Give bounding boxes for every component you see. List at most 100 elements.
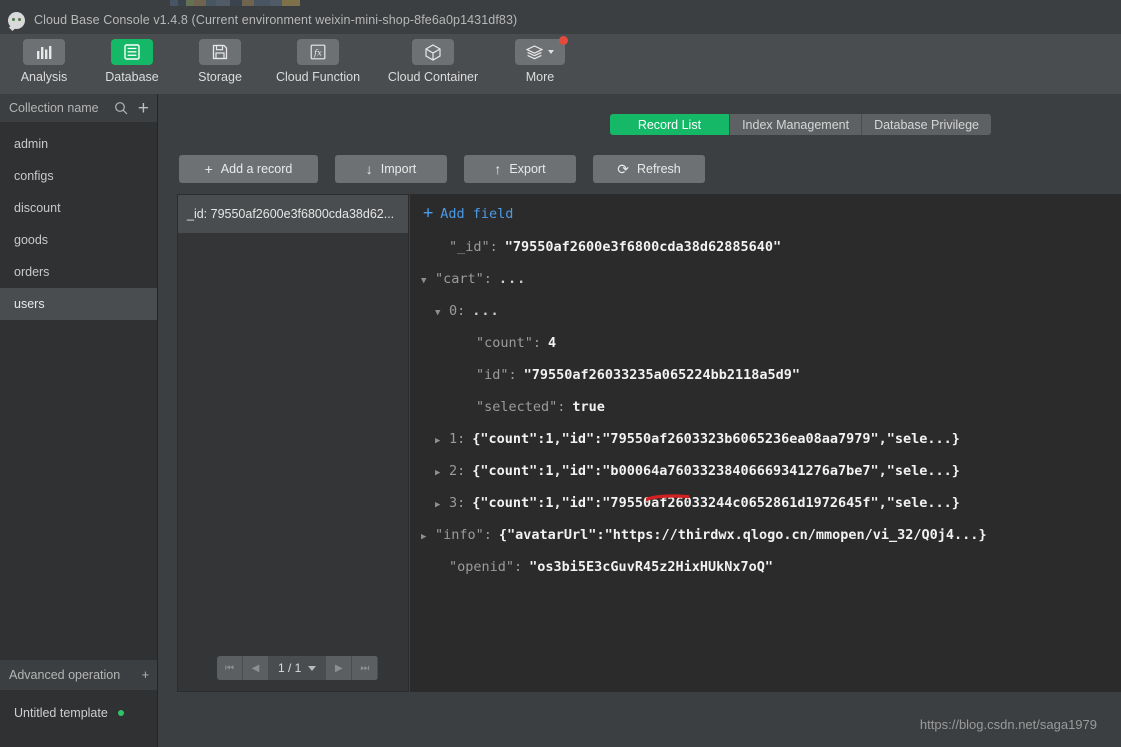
json-row: "count": 4 [410,335,1121,367]
button-label: Refresh [636,162,681,176]
sidebar-item-discount[interactable]: discount [0,192,157,224]
toolbar-item-more[interactable]: More [494,36,586,84]
tab-record-list[interactable]: Record List [609,114,731,135]
main-content: Record List Index Management Database Pr… [158,94,1121,747]
tab-label: Database Privilege [874,117,979,132]
export-button[interactable]: ↑ Export [464,155,576,183]
json-value: "os3bi5E3cGuvR45z2HixHUkNx7oQ" [529,559,773,575]
advanced-operation-header[interactable]: Advanced operation + [0,660,157,690]
collapse-triangle-icon[interactable]: ▼ [435,308,449,318]
json-key: "openid": [449,559,523,575]
tab-database-privilege[interactable]: Database Privilege [862,114,991,135]
toolbar-item-storage[interactable]: Storage [176,39,264,84]
list-item[interactable]: _id: 79550af2600e3f6800cda38d62... [178,195,408,233]
next-page-icon[interactable]: ▶ [326,656,353,680]
json-key: 3: [449,495,466,511]
sidebar-item-orders[interactable]: orders [0,256,157,288]
layers-icon [515,36,568,65]
button-label: Add a record [220,162,293,176]
json-key: "info": [435,527,492,543]
search-icon[interactable] [114,101,128,115]
json-key: "count": [476,335,542,351]
import-button[interactable]: ↓ Import [335,155,447,183]
json-value: {"count":1,"id":"b00064a7603323840666934… [472,463,960,479]
sidebar-item-admin[interactable]: admin [0,128,157,160]
json-row[interactable]: ▶ "info": {"avatarUrl":"https://thirdwx.… [410,527,1121,559]
record-list-panel: _id: 79550af2600e3f6800cda38d62... ⏮ ◀ 1… [177,194,409,692]
title-bar: Cloud Base Console v1.4.8 (Current envir… [0,6,1121,34]
expand-triangle-icon[interactable]: ▶ [435,436,449,446]
json-row[interactable]: ▶ 3: {"count":1,"id":"79550af26033244c06… [410,495,1121,527]
notification-badge [559,36,568,45]
add-collection-button[interactable]: + [138,99,149,118]
json-row: "selected": true [410,399,1121,431]
record-id-label: _id: 79550af2600e3f6800cda38d62... [187,207,395,221]
add-field-button[interactable]: + Add field [423,205,1121,222]
tab-index-management[interactable]: Index Management [730,114,863,135]
add-field-label: Add field [440,205,514,222]
prev-page-icon[interactable]: ◀ [243,656,269,680]
svg-text:fx: fx [313,49,322,59]
sidebar-item-untitled-template[interactable]: Untitled template [0,699,157,727]
json-key: 1: [449,431,466,447]
sidebar-item-label: users [14,297,45,311]
json-key: "cart": [435,271,492,287]
toolbar-label: Storage [198,70,242,84]
main-toolbar: Analysis Database Storage fx Cloud Funct… [0,34,1121,94]
json-row[interactable]: ▶ 2: {"count":1,"id":"b00064a76033238406… [410,463,1121,495]
floppy-disk-icon [199,39,241,65]
json-value: {"count":1,"id":"79550af2603323b6065236e… [472,431,960,447]
collapse-triangle-icon[interactable]: ▼ [421,276,435,286]
expand-triangle-icon[interactable]: ▶ [421,532,435,542]
window-title: Cloud Base Console v1.4.8 (Current envir… [34,13,518,27]
sidebar-item-users[interactable]: users [0,288,157,320]
json-key: 0: [449,303,466,319]
sidebar-item-configs[interactable]: configs [0,160,157,192]
toolbar-item-analysis[interactable]: Analysis [0,39,88,84]
tab-label: Index Management [742,117,850,132]
toolbar-label: More [525,70,555,84]
expand-triangle-icon[interactable]: ▶ [435,468,449,478]
toolbar-item-database[interactable]: Database [88,39,176,84]
button-label: Import [380,162,417,176]
sidebar-item-goods[interactable]: goods [0,224,157,256]
refresh-icon: ⟳ [617,161,629,177]
json-value: ... [472,303,500,319]
app-window: Cloud Base Console v1.4.8 (Current envir… [0,0,1121,747]
sidebar-item-label: orders [14,265,50,279]
first-page-icon[interactable]: ⏮ [217,656,243,680]
chevron-down-icon [548,50,554,54]
chevron-down-icon[interactable] [308,665,317,671]
json-value: "79550af26033235a065224bb2118a5d9" [523,367,800,383]
add-record-button[interactable]: + Add a record [179,155,318,183]
json-value: 4 [548,335,557,351]
refresh-button[interactable]: ⟳ Refresh [593,155,705,183]
sidebar-item-label: goods [14,233,49,247]
advanced-operation-label: Advanced operation [9,668,121,682]
page-indicator[interactable]: 1 / 1 [269,656,327,680]
status-dot-icon [117,710,124,716]
button-label: Export [509,162,546,176]
toolbar-item-cloud-function[interactable]: fx Cloud Function [264,39,372,84]
tab-label: Record List [637,117,702,132]
expand-triangle-icon[interactable]: ▶ [435,500,449,510]
json-key: "_id": [449,239,498,255]
add-template-button[interactable]: + [142,668,149,682]
json-row: "openid": "os3bi5E3cGuvR45z2HixHUkNx7oQ" [410,559,1121,591]
sidebar-header-label: Collection name [9,101,99,115]
json-row[interactable]: ▶ 1: {"count":1,"id":"79550af2603323b606… [410,431,1121,463]
last-page-icon[interactable]: ⏭ [352,656,379,680]
json-key: "id": [476,367,517,383]
json-row[interactable]: ▼ "cart": ... [410,271,1121,303]
cube-icon [412,39,454,65]
pagination: ⏮ ◀ 1 / 1 ▶ ⏭ [217,656,379,680]
toolbar-label: Cloud Function [275,70,361,84]
json-key: 2: [449,463,466,479]
action-toolbar: + Add a record ↓ Import ↑ Export ⟳ Refre… [179,155,705,183]
upload-icon: ↑ [494,161,502,177]
toolbar-item-cloud-container[interactable]: Cloud Container [372,39,494,84]
sidebar-item-label: discount [14,201,61,215]
json-row: "_id": "79550af2600e3f6800cda38d62885640… [410,239,1121,271]
json-row[interactable]: ▼ 0: ... [410,303,1121,335]
plus-icon: + [423,203,434,223]
